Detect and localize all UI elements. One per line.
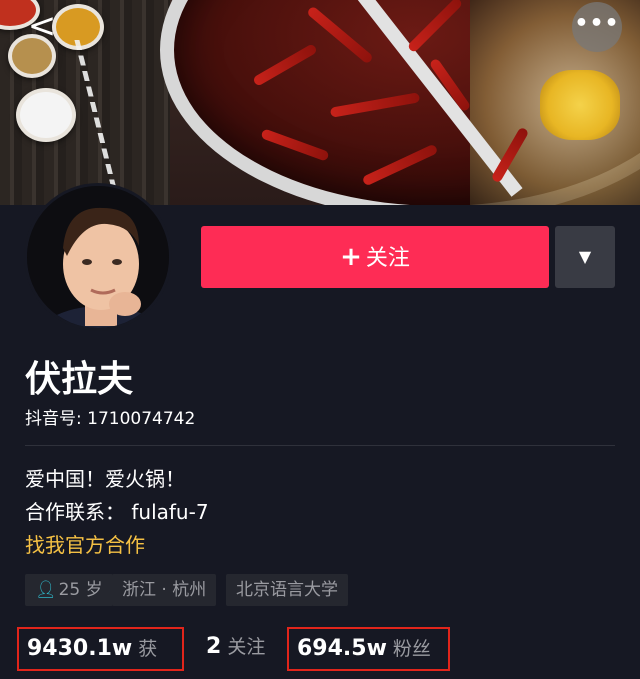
bio-line-2: 合作联系： fulafu-7 [25,500,209,524]
school-value: 北京语言大学 [236,580,338,600]
back-button[interactable]: < [22,8,62,48]
fans-label: 粉丝 [392,638,431,660]
fans-count: 694.5w [297,636,387,661]
more-icon: ••• [574,11,620,36]
following-stat[interactable]: 2 关注 [206,627,265,671]
likes-stat[interactable]: 9430.1w获赞 [17,627,184,671]
follow-button[interactable]: + 关注 [201,226,549,288]
douyin-id: 抖音号: 1710074742 [25,409,196,429]
following-count: 2 [206,634,222,659]
avatar-photo [27,186,169,328]
spice-bowl [16,88,76,142]
corn [540,70,620,140]
profile-name: 伏拉夫 [25,359,134,400]
location-tag: 浙江 · 杭州 [112,574,217,606]
official-cooperation-link[interactable]: 找我官方合作 [25,529,145,558]
bio-line-1: 爱中国！爱火锅！ [25,467,185,491]
likes-count: 9430.1w [27,636,133,661]
more-button[interactable]: ••• [572,2,622,52]
recommend-dropdown-button[interactable]: ▼ [555,226,615,288]
follow-label: 关注 [365,246,410,271]
fans-stat[interactable]: 694.5w 粉丝 [287,627,450,671]
plus-icon: + [340,242,362,272]
triangle-down-icon: ▼ [578,247,592,266]
age-tag: 👤︎ 25 岁 [25,574,113,606]
school-tag: 北京语言大学 [226,574,348,606]
location-value: 浙江 · 杭州 [122,580,207,600]
back-icon: < [27,6,57,46]
divider [25,445,615,446]
person-icon: 👤︎ [35,580,57,600]
cover-image [0,0,640,205]
age-value: 25 岁 [58,580,103,600]
avatar[interactable] [24,183,172,331]
following-label: 关注 [227,636,266,658]
